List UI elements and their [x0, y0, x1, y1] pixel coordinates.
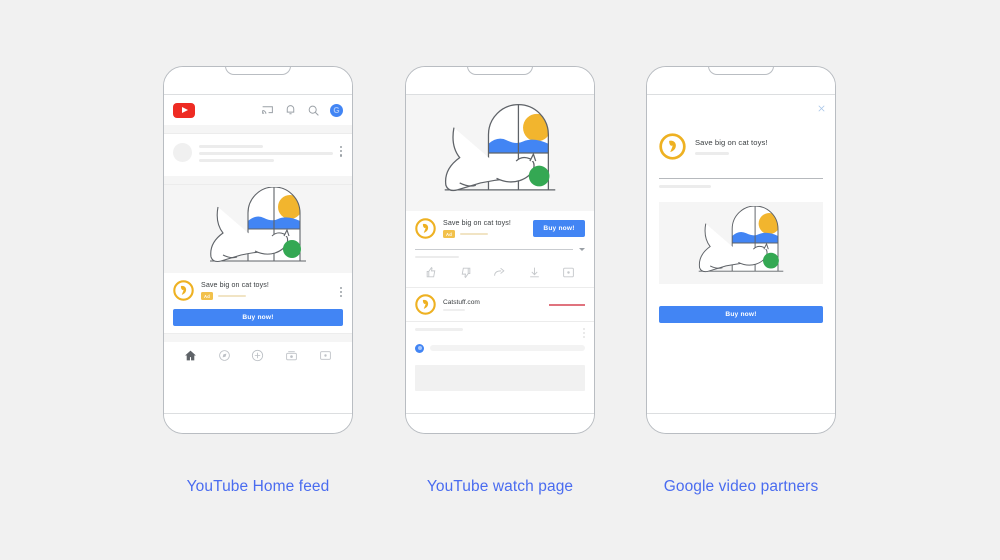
- ad-badge: Ad: [201, 292, 213, 300]
- placeholder-avatar: [173, 143, 192, 162]
- comments-header-row: [406, 322, 594, 340]
- comments-sort-icon[interactable]: [583, 328, 585, 338]
- feed-divider: [164, 176, 352, 185]
- comment-avatar: [415, 343, 424, 353]
- cat-in-window-illustration: [406, 95, 594, 211]
- subscriptions-icon[interactable]: [285, 349, 298, 362]
- mockup-stage: G Save big on cat toys! Ad Buy now! Save…: [0, 0, 1000, 560]
- ad-text-block: Save big on cat toys! Ad: [201, 281, 333, 300]
- youtube-app-header: G: [164, 95, 352, 125]
- comment-input-field[interactable]: [430, 345, 585, 352]
- comment-input-row[interactable]: [406, 340, 594, 361]
- home-icon[interactable]: [184, 349, 197, 362]
- ad-unit-row[interactable]: Save big on cat toys! Ad Buy now!: [406, 211, 594, 244]
- buy-now-button[interactable]: Buy now!: [173, 309, 343, 326]
- avatar[interactable]: G: [330, 103, 343, 117]
- ad-text-block: Save big on cat toys! Ad: [443, 219, 526, 238]
- download-icon[interactable]: [528, 266, 541, 279]
- save-icon[interactable]: [562, 266, 575, 279]
- ad-subline: Ad: [201, 292, 333, 300]
- channel-name: Catstuff.com: [443, 298, 480, 306]
- subscribe-button[interactable]: [549, 303, 585, 306]
- ad-more-options-icon[interactable]: [340, 284, 343, 298]
- partner-ad-text-block: Save big on cat toys!: [695, 138, 768, 155]
- placeholder-line: [199, 159, 275, 162]
- caption-google-video-partners: Google video partners: [663, 478, 819, 495]
- ad-headline: Save big on cat toys!: [201, 281, 269, 290]
- ad-headline: Save big on cat toys!: [695, 138, 768, 148]
- comments-label-placeholder: [415, 328, 463, 331]
- cat-in-window-illustration: [659, 201, 823, 284]
- youtube-logo-icon[interactable]: [173, 102, 195, 118]
- share-icon[interactable]: [493, 266, 506, 279]
- placeholder-line: [199, 145, 264, 148]
- cat-in-window-illustration: [164, 185, 352, 273]
- phone1-screen: G Save big on cat toys! Ad Buy now!: [164, 95, 352, 413]
- video-title-placeholder: [406, 244, 594, 251]
- phone-notch-bar: [406, 67, 594, 95]
- caption-youtube-home-feed: YouTube Home feed: [186, 478, 330, 495]
- placeholder-line: [199, 152, 333, 155]
- close-icon[interactable]: [816, 103, 827, 114]
- ad-subline-placeholder: [695, 152, 729, 155]
- buy-now-button[interactable]: Buy now!: [533, 220, 585, 237]
- ad-headline: Save big on cat toys!: [443, 219, 511, 228]
- explore-icon[interactable]: [218, 349, 231, 362]
- feed-placeholder-row: [164, 134, 352, 176]
- content-rule: [659, 178, 823, 179]
- phone-chin: [406, 413, 594, 433]
- chevron-down-icon[interactable]: [579, 248, 585, 251]
- phone-mockup-youtube-watch: Save big on cat toys! Ad Buy now! Catstu…: [405, 66, 595, 434]
- phone-notch: [708, 67, 774, 75]
- nav-spacer: [164, 333, 352, 342]
- channel-text-block: Catstuff.com: [443, 298, 480, 312]
- buy-now-button[interactable]: Buy now!: [659, 305, 823, 323]
- create-icon[interactable]: [251, 349, 264, 362]
- phone-notch: [225, 67, 291, 75]
- phone-notch: [467, 67, 533, 75]
- phone2-screen: Save big on cat toys! Ad Buy now! Catstu…: [406, 95, 594, 413]
- phone-chin: [164, 413, 352, 433]
- advertiser-logo-icon: [415, 218, 436, 239]
- ad-badge: Ad: [443, 230, 455, 238]
- channel-subscriber-placeholder: [443, 308, 465, 312]
- channel-logo-icon: [415, 294, 436, 316]
- partner-ad-header: Save big on cat toys!: [647, 95, 835, 160]
- channel-row[interactable]: Catstuff.com: [406, 288, 594, 321]
- header-divider: [164, 125, 352, 134]
- ad-subline: Ad: [443, 230, 526, 238]
- ad-unit-row[interactable]: Save big on cat toys! Ad: [164, 273, 352, 306]
- phone-mockup-youtube-home: G Save big on cat toys! Ad Buy now!: [163, 66, 353, 434]
- search-icon[interactable]: [307, 104, 320, 117]
- cast-icon[interactable]: [261, 104, 274, 117]
- phone-notch-bar: [164, 67, 352, 95]
- video-action-row: [406, 258, 594, 287]
- library-icon[interactable]: [319, 349, 332, 362]
- placeholder-text-lines: [199, 143, 333, 166]
- recommended-video-placeholder[interactable]: [415, 364, 585, 391]
- phone-mockup-video-partners: Save big on cat toys! Buy now!: [646, 66, 836, 434]
- phone-notch-bar: [647, 67, 835, 95]
- ad-url-placeholder: [217, 294, 246, 298]
- more-options-icon[interactable]: [340, 143, 343, 157]
- bottom-navigation-bar: [164, 342, 352, 369]
- advertiser-logo-icon: [659, 133, 686, 160]
- advertiser-logo-icon: [173, 280, 194, 301]
- title-bar: [415, 248, 573, 251]
- header-icon-group: G: [261, 103, 343, 117]
- like-icon[interactable]: [425, 266, 438, 279]
- dislike-icon[interactable]: [459, 266, 472, 279]
- content-rule-short: [659, 185, 711, 188]
- caption-youtube-watch-page: YouTube watch page: [426, 478, 574, 495]
- phone-chin: [647, 413, 835, 433]
- ad-url-placeholder: [459, 232, 488, 236]
- bell-icon[interactable]: [284, 104, 297, 117]
- phone3-screen: Save big on cat toys! Buy now!: [647, 95, 835, 413]
